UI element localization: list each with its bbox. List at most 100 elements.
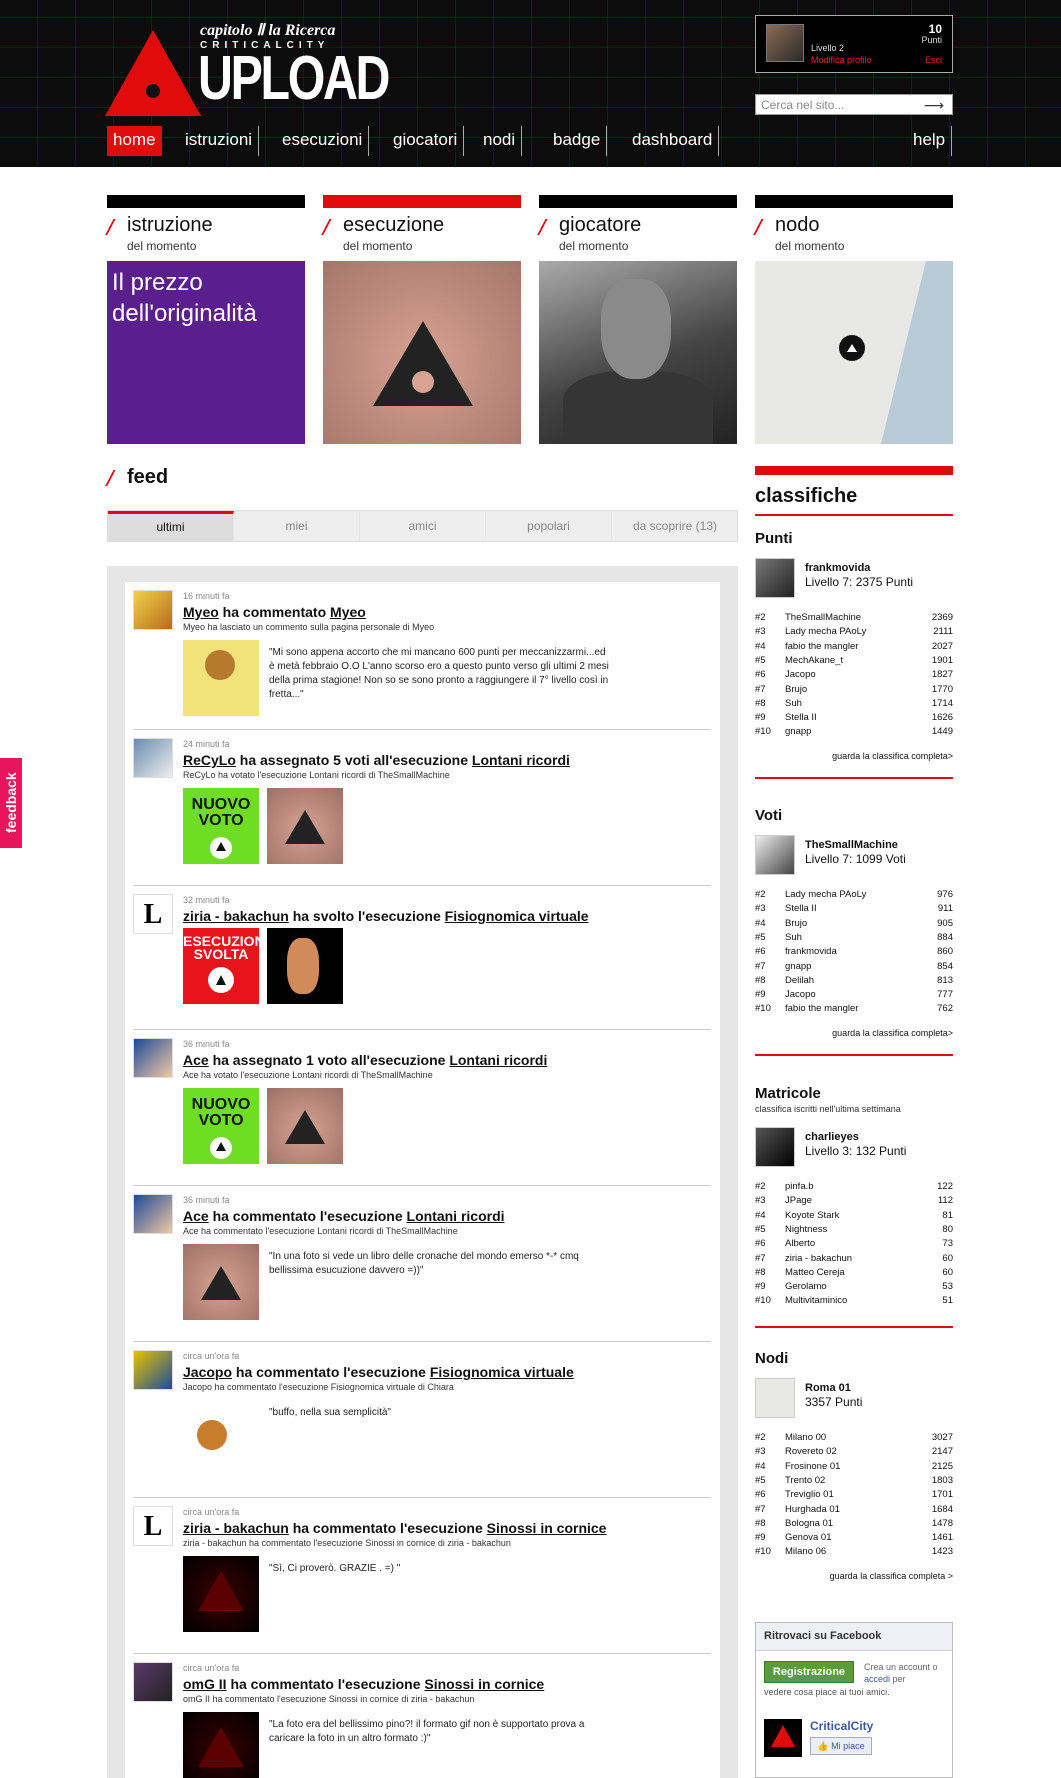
search-arrow-icon[interactable]: ⟶	[924, 97, 944, 114]
tab-ultimi[interactable]: ultimi	[108, 511, 234, 541]
rank-name[interactable]: pinfa.b	[785, 1181, 814, 1192]
node-map[interactable]	[755, 261, 953, 444]
feedback-tab[interactable]: feedback	[0, 758, 22, 848]
rank-name[interactable]: Lady mecha PAoLy	[785, 889, 866, 900]
ranking-row[interactable]: #6 Jacopo 1827	[755, 669, 953, 683]
top-avatar[interactable]	[755, 835, 795, 875]
rank-name[interactable]: Delilah	[785, 975, 814, 986]
ranking-row[interactable]: #10 gnapp 1449	[755, 726, 953, 740]
user-link[interactable]: ziria - bakachun	[183, 1520, 289, 1536]
rank-name[interactable]: Suh	[785, 698, 802, 709]
full-ranking-link[interactable]: guarda la classifica completa>	[832, 1028, 953, 1038]
user-link[interactable]: ReCyLo	[183, 752, 236, 768]
top-name[interactable]: TheSmallMachine	[805, 839, 898, 851]
login-link[interactable]: accedi	[864, 1674, 890, 1684]
ranking-row[interactable]: #7 Hurghada 01 1684	[755, 1504, 953, 1518]
top-name[interactable]: charlieyes	[805, 1131, 859, 1143]
thumbnail[interactable]	[267, 928, 343, 1004]
ranking-row[interactable]: #10 Milano 06 1423	[755, 1546, 953, 1560]
ranking-row[interactable]: #3 Rovereto 02 2147	[755, 1446, 953, 1460]
ranking-row[interactable]: #7 gnapp 854	[755, 961, 953, 975]
ranking-row[interactable]: #4 Brujo 905	[755, 918, 953, 932]
nav-esecuzioni[interactable]: esecuzioni	[276, 126, 370, 156]
rank-name[interactable]: Frosinone 01	[785, 1461, 840, 1472]
user-link[interactable]: Jacopo	[183, 1364, 232, 1380]
rank-name[interactable]: Jacopo	[785, 989, 816, 1000]
nav-istruzioni[interactable]: istruzioni	[179, 126, 260, 156]
ranking-row[interactable]: #5 Nightness 80	[755, 1224, 953, 1238]
avatar[interactable]	[133, 1662, 173, 1702]
ranking-row[interactable]: #6 Alberto 73	[755, 1238, 953, 1252]
user-link[interactable]: Myeo	[183, 604, 219, 620]
user-avatar[interactable]	[766, 24, 804, 62]
new-vote-badge[interactable]: NUOVO VOTO	[183, 1088, 259, 1164]
rank-name[interactable]: fabio the mangler	[785, 1003, 858, 1014]
rank-name[interactable]: gnapp	[785, 726, 811, 737]
rank-name[interactable]: Jacopo	[785, 669, 816, 680]
user-link[interactable]: omG II	[183, 1676, 227, 1692]
user-link[interactable]: ziria - bakachun	[183, 908, 289, 924]
thumbnail[interactable]	[267, 788, 343, 864]
nav-badge[interactable]: badge	[547, 126, 608, 156]
nav-dashboard[interactable]: dashboard	[626, 126, 720, 156]
rank-name[interactable]: Nightness	[785, 1224, 827, 1235]
rank-name[interactable]: Koyote Stark	[785, 1210, 839, 1221]
tab-popolari[interactable]: popolari	[486, 511, 612, 541]
user-link[interactable]: Ace	[183, 1208, 209, 1224]
full-ranking-link[interactable]: guarda la classifica completa>	[832, 751, 953, 761]
page-avatar[interactable]	[764, 1719, 802, 1757]
rank-name[interactable]: JPage	[785, 1195, 812, 1206]
ranking-row[interactable]: #4 Koyote Stark 81	[755, 1210, 953, 1224]
avatar[interactable]	[133, 1038, 173, 1078]
target-link[interactable]: Lontani ricordi	[407, 1208, 505, 1224]
top-name[interactable]: frankmovida	[805, 562, 870, 574]
target-link[interactable]: Sinossi in cornice	[424, 1676, 544, 1692]
avatar[interactable]: L	[133, 1506, 173, 1546]
rank-name[interactable]: frankmovida	[785, 946, 837, 957]
rank-name[interactable]: ziria - bakachun	[785, 1253, 852, 1264]
rank-name[interactable]: Alberto	[785, 1238, 815, 1249]
target-link[interactable]: Lontani ricordi	[472, 752, 570, 768]
highlight-nodo[interactable]: // nodo del momento	[755, 195, 953, 444]
rank-name[interactable]: Brujo	[785, 918, 807, 929]
nav-giocatori[interactable]: giocatori	[387, 126, 465, 156]
avatar[interactable]	[133, 1194, 173, 1234]
player-photo[interactable]	[539, 261, 737, 444]
rank-name[interactable]: TheSmallMachine	[785, 612, 861, 623]
ranking-row[interactable]: #4 Frosinone 01 2125	[755, 1461, 953, 1475]
avatar[interactable]	[133, 738, 173, 778]
user-link[interactable]: Ace	[183, 1052, 209, 1068]
top-avatar[interactable]	[755, 1127, 795, 1167]
thumbnail[interactable]	[183, 1412, 245, 1464]
top-avatar[interactable]	[755, 1378, 795, 1418]
instruction-card[interactable]: Il prezzo dell'originalità	[107, 261, 305, 444]
highlight-giocatore[interactable]: // giocatore del momento	[539, 195, 737, 444]
rank-name[interactable]: Treviglio 01	[785, 1489, 834, 1500]
rank-name[interactable]: Suh	[785, 932, 802, 943]
avatar[interactable]	[133, 590, 173, 630]
rank-name[interactable]: Brujo	[785, 684, 807, 695]
rank-name[interactable]: Milano 06	[785, 1546, 826, 1557]
full-ranking-link[interactable]: guarda la classifica completa >	[830, 1571, 953, 1581]
target-link[interactable]: Sinossi in cornice	[487, 1520, 607, 1536]
register-button[interactable]: Registrazione	[764, 1661, 854, 1683]
rank-name[interactable]: Gerolamo	[785, 1281, 827, 1292]
nav-home[interactable]: home	[107, 126, 162, 156]
ranking-row[interactable]: #2 TheSmallMachine 2369	[755, 612, 953, 626]
nav-nodi[interactable]: nodi	[477, 126, 523, 156]
ranking-row[interactable]: #9 Genova 01 1461	[755, 1532, 953, 1546]
ranking-row[interactable]: #3 Lady mecha PAoLy 2111	[755, 626, 953, 640]
ranking-row[interactable]: #5 MechAkane_t 1901	[755, 655, 953, 669]
rank-name[interactable]: Milano 00	[785, 1432, 826, 1443]
ranking-row[interactable]: #8 Suh 1714	[755, 698, 953, 712]
rank-name[interactable]: Stella II	[785, 712, 817, 723]
ranking-row[interactable]: #8 Bologna 01 1478	[755, 1518, 953, 1532]
ranking-row[interactable]: #9 Jacopo 777	[755, 989, 953, 1003]
rank-name[interactable]: Multivitaminico	[785, 1295, 847, 1306]
logout-link[interactable]: Esci	[925, 55, 942, 65]
rank-name[interactable]: Hurghada 01	[785, 1504, 840, 1515]
top-name[interactable]: Roma 01	[805, 1382, 851, 1394]
tab-da-scoprire[interactable]: da scoprire (13)	[612, 511, 738, 541]
rank-name[interactable]: Bologna 01	[785, 1518, 833, 1529]
target-link[interactable]: Lontani ricordi	[449, 1052, 547, 1068]
